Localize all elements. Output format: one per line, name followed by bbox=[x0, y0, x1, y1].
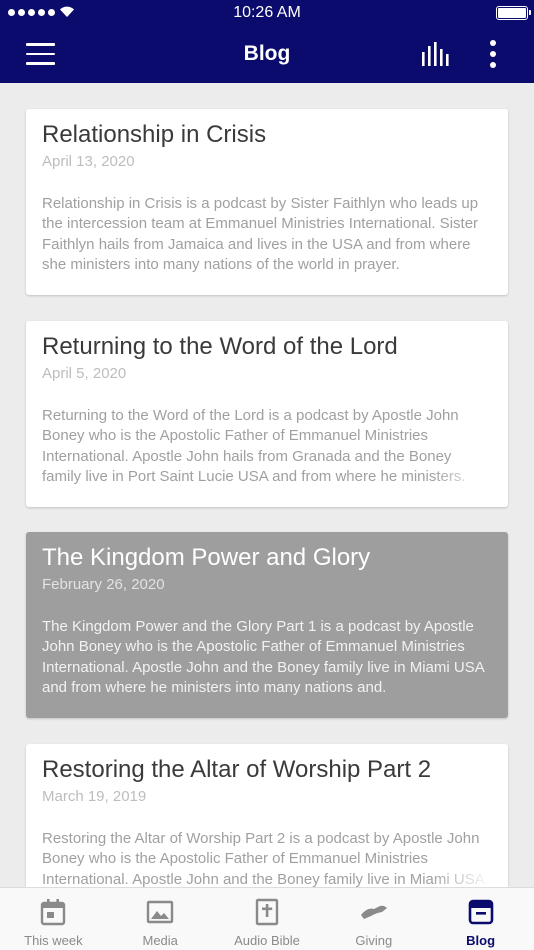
post-date: April 5, 2020 bbox=[42, 365, 127, 382]
image-icon bbox=[146, 900, 174, 924]
blog-post-card[interactable]: Returning to the Word of the Lord April … bbox=[26, 321, 508, 507]
post-excerpt: Returning to the Word of the Lord is a p… bbox=[42, 406, 492, 487]
tab-label: Blog bbox=[466, 933, 496, 948]
post-title: Relationship in Crisis bbox=[42, 121, 267, 148]
post-excerpt: Relationship in Crisis is a podcast by S… bbox=[42, 194, 492, 275]
tab-bar: This week Media Audio Bible Giving Blog bbox=[0, 887, 534, 950]
tab-label: Media bbox=[142, 933, 178, 948]
tab-this-week[interactable]: This week bbox=[0, 888, 107, 950]
bible-icon bbox=[255, 898, 279, 926]
tab-audio-bible[interactable]: Audio Bible bbox=[214, 888, 321, 950]
more-options-icon[interactable] bbox=[489, 40, 497, 68]
tab-label: This week bbox=[24, 933, 83, 948]
post-excerpt: The Kingdom Power and the Glory Part 1 i… bbox=[42, 617, 492, 698]
post-date: March 19, 2019 bbox=[42, 788, 147, 805]
page-title: Blog bbox=[243, 42, 291, 65]
blog-list: Relationship in Crisis April 13, 2020 Re… bbox=[0, 83, 534, 887]
post-excerpt: Restoring the Altar of Worship Part 2 is… bbox=[42, 829, 492, 887]
status-bar: 10:26 AM bbox=[0, 0, 534, 26]
post-title: Restoring the Altar of Worship Part 2 bbox=[42, 756, 432, 783]
archive-icon bbox=[468, 899, 493, 925]
calendar-icon bbox=[41, 899, 66, 926]
audio-bars-icon[interactable] bbox=[420, 42, 452, 66]
battery-icon bbox=[496, 6, 531, 20]
blog-post-card[interactable]: Restoring the Altar of Worship Part 2 Ma… bbox=[26, 744, 508, 887]
post-title: The Kingdom Power and Glory bbox=[42, 544, 371, 571]
post-date: April 13, 2020 bbox=[42, 153, 135, 170]
status-time: 10:26 AM bbox=[233, 4, 301, 21]
tab-media[interactable]: Media bbox=[107, 888, 214, 950]
tab-blog[interactable]: Blog bbox=[427, 888, 534, 950]
blog-post-card[interactable]: Relationship in Crisis April 13, 2020 Re… bbox=[26, 109, 508, 295]
nav-bar: Blog bbox=[0, 26, 534, 83]
tab-giving[interactable]: Giving bbox=[320, 888, 427, 950]
tab-label: Giving bbox=[355, 933, 393, 948]
blog-post-card-selected[interactable]: The Kingdom Power and Glory February 26,… bbox=[26, 532, 508, 718]
handshake-icon bbox=[360, 905, 387, 919]
post-title: Returning to the Word of the Lord bbox=[42, 333, 398, 360]
tab-label: Audio Bible bbox=[234, 933, 300, 948]
post-date: February 26, 2020 bbox=[42, 576, 165, 593]
